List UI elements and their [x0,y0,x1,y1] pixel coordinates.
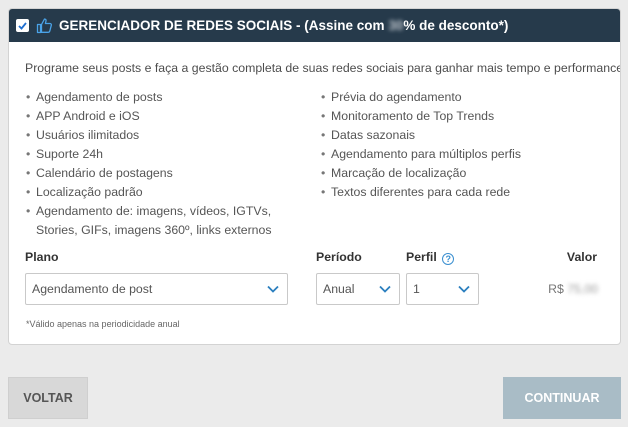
title-suffix: % de desconto*) [403,18,509,33]
perfil-label-wrap: Perfil ? [406,250,455,265]
thumbs-up-icon [35,17,53,35]
perfil-label: Perfil [406,250,437,264]
feature-list-left: Agendamento de posts APP Android e iOS U… [26,88,296,240]
chevron-down-icon [267,285,279,293]
title-prefix: GERENCIADOR DE REDES SOCIAIS - (Assine c… [59,18,389,33]
feature-list-right: Prévia do agendamento Monitoramento de T… [321,88,611,202]
feature-item: Marcação de localização [321,164,611,183]
checkmark-icon [18,21,27,30]
price-amount: 75,00 [567,282,598,296]
feature-item: Datas sazonais [321,126,611,145]
periodo-select-value: Anual [323,282,355,296]
plano-select[interactable]: Agendamento de post [25,273,288,305]
plan-description: Programe seus posts e faça a gestão comp… [25,61,621,75]
feature-item: APP Android e iOS [26,107,296,126]
plan-checkbox[interactable] [16,19,29,32]
plan-card: GERENCIADOR DE REDES SOCIAIS - (Assine c… [8,8,621,345]
card-title: GERENCIADOR DE REDES SOCIAIS - (Assine c… [59,18,508,33]
feature-item: Calendário de postagens [26,164,296,183]
chevron-down-icon [379,285,391,293]
valor-label: Valor [566,250,597,264]
periodo-label: Período [316,250,362,264]
help-icon[interactable]: ? [442,253,455,265]
chevron-down-icon [458,285,470,293]
feature-item: Textos diferentes para cada rede [321,183,611,202]
periodo-select[interactable]: Anual [316,273,400,305]
feature-item: Suporte 24h [26,145,296,164]
feature-item: Agendamento para múltiplos perfis [321,145,611,164]
continue-button[interactable]: CONTINUAR [503,377,621,419]
feature-item: Usuários ilimitados [26,126,296,145]
feature-item: Agendamento de posts [26,88,296,107]
footnote: *Válido apenas na periodicidade anual [26,319,180,329]
perfil-select-value: 1 [413,282,420,296]
card-header: GERENCIADOR DE REDES SOCIAIS - (Assine c… [9,9,620,42]
feature-item: Prévia do agendamento [321,88,611,107]
plano-label: Plano [25,250,59,264]
perfil-select[interactable]: 1 [406,273,479,305]
price-currency: R$ [548,282,564,296]
feature-item: Localização padrão [26,183,296,202]
feature-item: Agendamento de: imagens, vídeos, IGTVs, … [26,202,296,240]
discount-value: 30 [388,18,404,33]
back-button[interactable]: VOLTAR [8,377,88,419]
plano-select-value: Agendamento de post [32,282,153,296]
feature-item: Monitoramento de Top Trends [321,107,611,126]
price-value: R$ 75,00 [548,282,598,296]
